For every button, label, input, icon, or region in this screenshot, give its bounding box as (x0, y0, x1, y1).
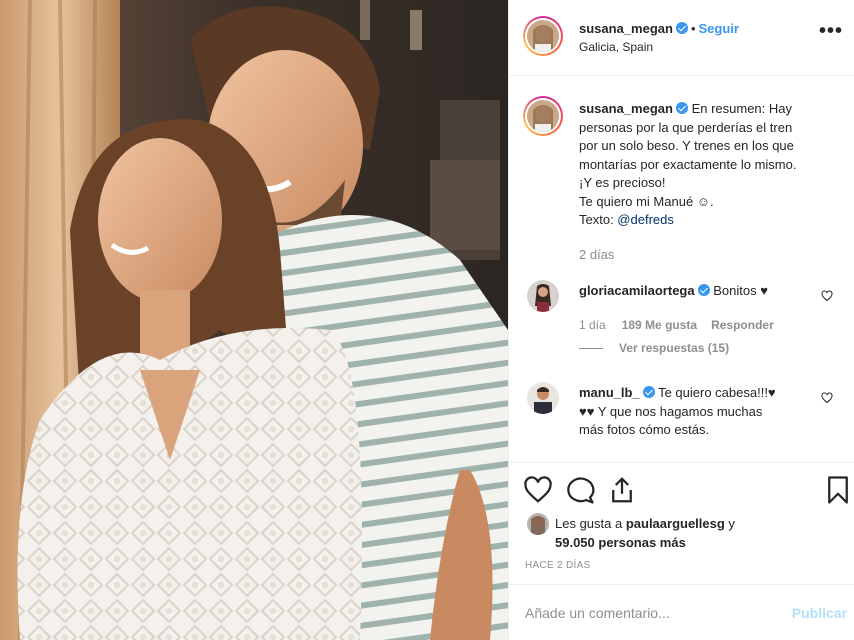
caption-credit-label: Texto: (579, 212, 618, 227)
verified-badge-icon (675, 22, 688, 34)
commenter-avatar[interactable] (527, 280, 559, 312)
share-icon[interactable] (607, 475, 637, 505)
comment-text: Te quiero cabesa!!!♥ (658, 385, 776, 400)
liker-avatar[interactable] (527, 513, 549, 535)
view-replies-button[interactable]: Ver respuestas (15) (579, 341, 729, 355)
avatar[interactable] (527, 20, 559, 52)
publish-button[interactable]: Publicar (792, 605, 847, 621)
post-location[interactable]: Galicia, Spain (579, 40, 653, 54)
like-comment-heart-icon[interactable] (821, 392, 833, 404)
comment-text: Bonitos ♥ (713, 283, 768, 298)
comment-input[interactable]: Añade un comentario... (525, 605, 670, 621)
verified-badge-icon (642, 386, 655, 398)
caption-line: por un solo beso. Y trenes en los que (579, 138, 794, 153)
caption-line: personas por la que perderías el tren (579, 119, 793, 135)
like-comment-heart-icon[interactable] (821, 290, 833, 302)
verified-badge-icon (697, 284, 710, 296)
caption-avatar-ring[interactable] (523, 96, 563, 136)
likes-count[interactable]: 59.050 personas más (555, 535, 686, 550)
comment-likes[interactable]: 189 Me gusta (622, 318, 697, 332)
post-header: susana_megan • Seguir Galicia, Spain ••• (509, 0, 854, 76)
comment-bubble-icon[interactable] (565, 475, 595, 505)
post-time[interactable]: HACE 2 DÍAS (525, 560, 591, 571)
reply-button[interactable]: Responder (711, 318, 774, 332)
post-photo[interactable] (0, 0, 508, 640)
caption-time[interactable]: 2 días (579, 246, 847, 265)
commenter-username[interactable]: manu_lb_ (579, 385, 640, 400)
caption-line: En resumen: Hay (691, 101, 792, 116)
commenter-username[interactable]: gloriacamilaortega (579, 283, 695, 298)
mention-link[interactable]: @defreds (617, 212, 674, 227)
post-username[interactable]: susana_megan (579, 21, 673, 36)
story-ring[interactable] (523, 16, 563, 56)
liker-username[interactable]: paulaarguellesg (626, 516, 725, 531)
avatar[interactable] (527, 100, 559, 132)
caption-line: Te quiero mi Manué ☺. (579, 193, 714, 209)
caption-line: montarías por exactamente lo mismo. (579, 156, 797, 172)
comment-time[interactable]: 1 día (579, 318, 606, 332)
verified-badge-icon (675, 102, 688, 114)
couple-photo-image (0, 0, 508, 640)
caption-line: ¡Y es precioso! (579, 175, 666, 190)
caption-username[interactable]: susana_megan (579, 101, 673, 116)
comment-text: más fotos cómo estás. (579, 422, 710, 437)
post-side-panel: susana_megan • Seguir Galicia, Spain ••• s… (508, 0, 854, 640)
likes-summary: Les gusta a paulaarguellesg y 59.050 per… (555, 516, 735, 550)
follow-button[interactable]: Seguir (699, 21, 739, 36)
save-bookmark-icon[interactable] (823, 475, 853, 505)
more-options-icon[interactable]: ••• (819, 21, 843, 41)
post-actions: Les gusta a paulaarguellesg y 59.050 per… (509, 462, 854, 582)
comment-text: ♥♥ Y que nos hagamos muchas (579, 403, 763, 419)
add-comment-bar: Añade un comentario... Publicar (509, 584, 854, 640)
like-heart-icon[interactable] (523, 475, 553, 505)
commenter-avatar[interactable] (527, 382, 559, 414)
